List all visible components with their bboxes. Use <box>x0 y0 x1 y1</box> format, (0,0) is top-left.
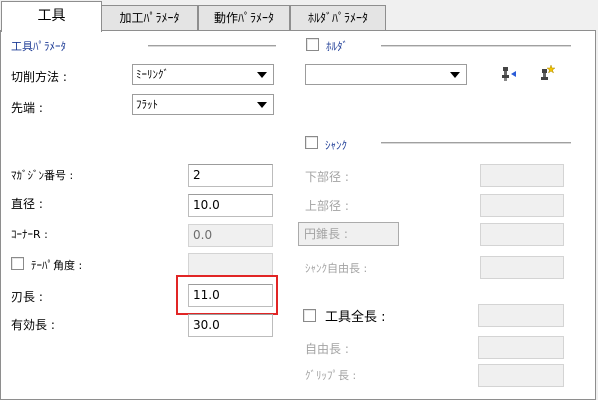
holder-separator <box>381 45 571 48</box>
holder-new-icon[interactable] <box>538 64 558 84</box>
cutting-method-select[interactable]: ﾐｰﾘﾝｸﾞ <box>132 64 274 85</box>
blade-length-field[interactable]: 11.0 <box>188 284 273 307</box>
taper-angle-checkbox[interactable] <box>11 257 24 270</box>
magazine-number-field[interactable]: 2 <box>188 164 273 187</box>
shank-separator <box>381 142 571 145</box>
shank-checkbox[interactable] <box>305 136 318 149</box>
chevron-down-icon <box>450 72 460 78</box>
effective-length-label: 有効長 : <box>11 318 55 332</box>
corner-r-label: ｺｰﾅｰR : <box>11 228 48 241</box>
magazine-number-label: ﾏｶﾞｼﾞﾝ番号 : <box>11 169 74 182</box>
taper-angle-field[interactable] <box>188 253 273 276</box>
cutting-method-label: 切削方法 : <box>11 70 67 84</box>
free-length-field[interactable] <box>478 336 564 359</box>
shank-title: ｼｬﾝｸ <box>325 139 347 152</box>
free-length-label: 自由長 : <box>305 342 349 356</box>
diameter-field[interactable]: 10.0 <box>188 194 273 217</box>
overall-length-field[interactable] <box>478 304 564 327</box>
blade-length-label: 刃長 : <box>11 290 43 304</box>
tab-strip: 工具 加工ﾊﾟﾗﾒｰﾀ 動作ﾊﾟﾗﾒｰﾀ ﾎﾙﾀﾞﾊﾟﾗﾒｰﾀ <box>0 0 598 32</box>
effective-length-field[interactable]: 30.0 <box>188 314 273 337</box>
lower-diameter-field[interactable] <box>480 164 564 187</box>
taper-angle-label: ﾃｰﾊﾟ角度 : <box>31 259 83 272</box>
tool-params-separator <box>148 45 276 48</box>
overall-length-label: 工具全長 : <box>325 310 386 325</box>
tip-select[interactable]: ﾌﾗｯﾄ <box>132 94 274 115</box>
tab-tool[interactable]: 工具 <box>1 1 102 32</box>
grip-length-label: ｸﾞﾘｯﾌﾟ長 : <box>305 369 357 382</box>
lower-diameter-label: 下部径 : <box>305 170 349 184</box>
holder-import-icon[interactable] <box>499 64 519 84</box>
tool-params-title: 工具ﾊﾟﾗﾒｰﾀ <box>11 40 66 53</box>
tab-holder-params[interactable]: ﾎﾙﾀﾞﾊﾟﾗﾒｰﾀ <box>290 5 386 31</box>
grip-length-field[interactable] <box>478 364 564 387</box>
holder-select[interactable] <box>305 64 467 85</box>
chevron-down-icon <box>257 102 267 108</box>
shank-free-length-label: ｼｬﾝｸ自由長 : <box>305 262 368 275</box>
chevron-down-icon <box>257 72 267 78</box>
corner-r-field[interactable]: 0.0 <box>188 224 273 247</box>
upper-diameter-field[interactable] <box>480 194 564 217</box>
tab-motion-params[interactable]: 動作ﾊﾟﾗﾒｰﾀ <box>198 5 290 31</box>
holder-title: ﾎﾙﾀﾞ <box>326 40 348 53</box>
upper-diameter-label: 上部径 : <box>305 199 349 213</box>
cone-length-field[interactable] <box>480 223 564 246</box>
tip-label: 先端 : <box>11 101 43 115</box>
tab-machining-params[interactable]: 加工ﾊﾟﾗﾒｰﾀ <box>101 5 198 31</box>
shank-free-length-field[interactable] <box>480 256 564 279</box>
cone-length-button[interactable]: 円錐長 : <box>298 222 399 246</box>
tip-value: ﾌﾗｯﾄ <box>136 98 158 111</box>
tool-panel: 工具ﾊﾟﾗﾒｰﾀ 切削方法 : ﾐｰﾘﾝｸﾞ 先端 : ﾌﾗｯﾄ ﾏｶﾞｼﾞﾝ番… <box>0 30 596 400</box>
cutting-method-value: ﾐｰﾘﾝｸﾞ <box>136 68 169 81</box>
overall-length-checkbox[interactable] <box>303 309 316 322</box>
holder-checkbox[interactable] <box>306 38 319 51</box>
diameter-label: 直径 : <box>11 197 43 211</box>
